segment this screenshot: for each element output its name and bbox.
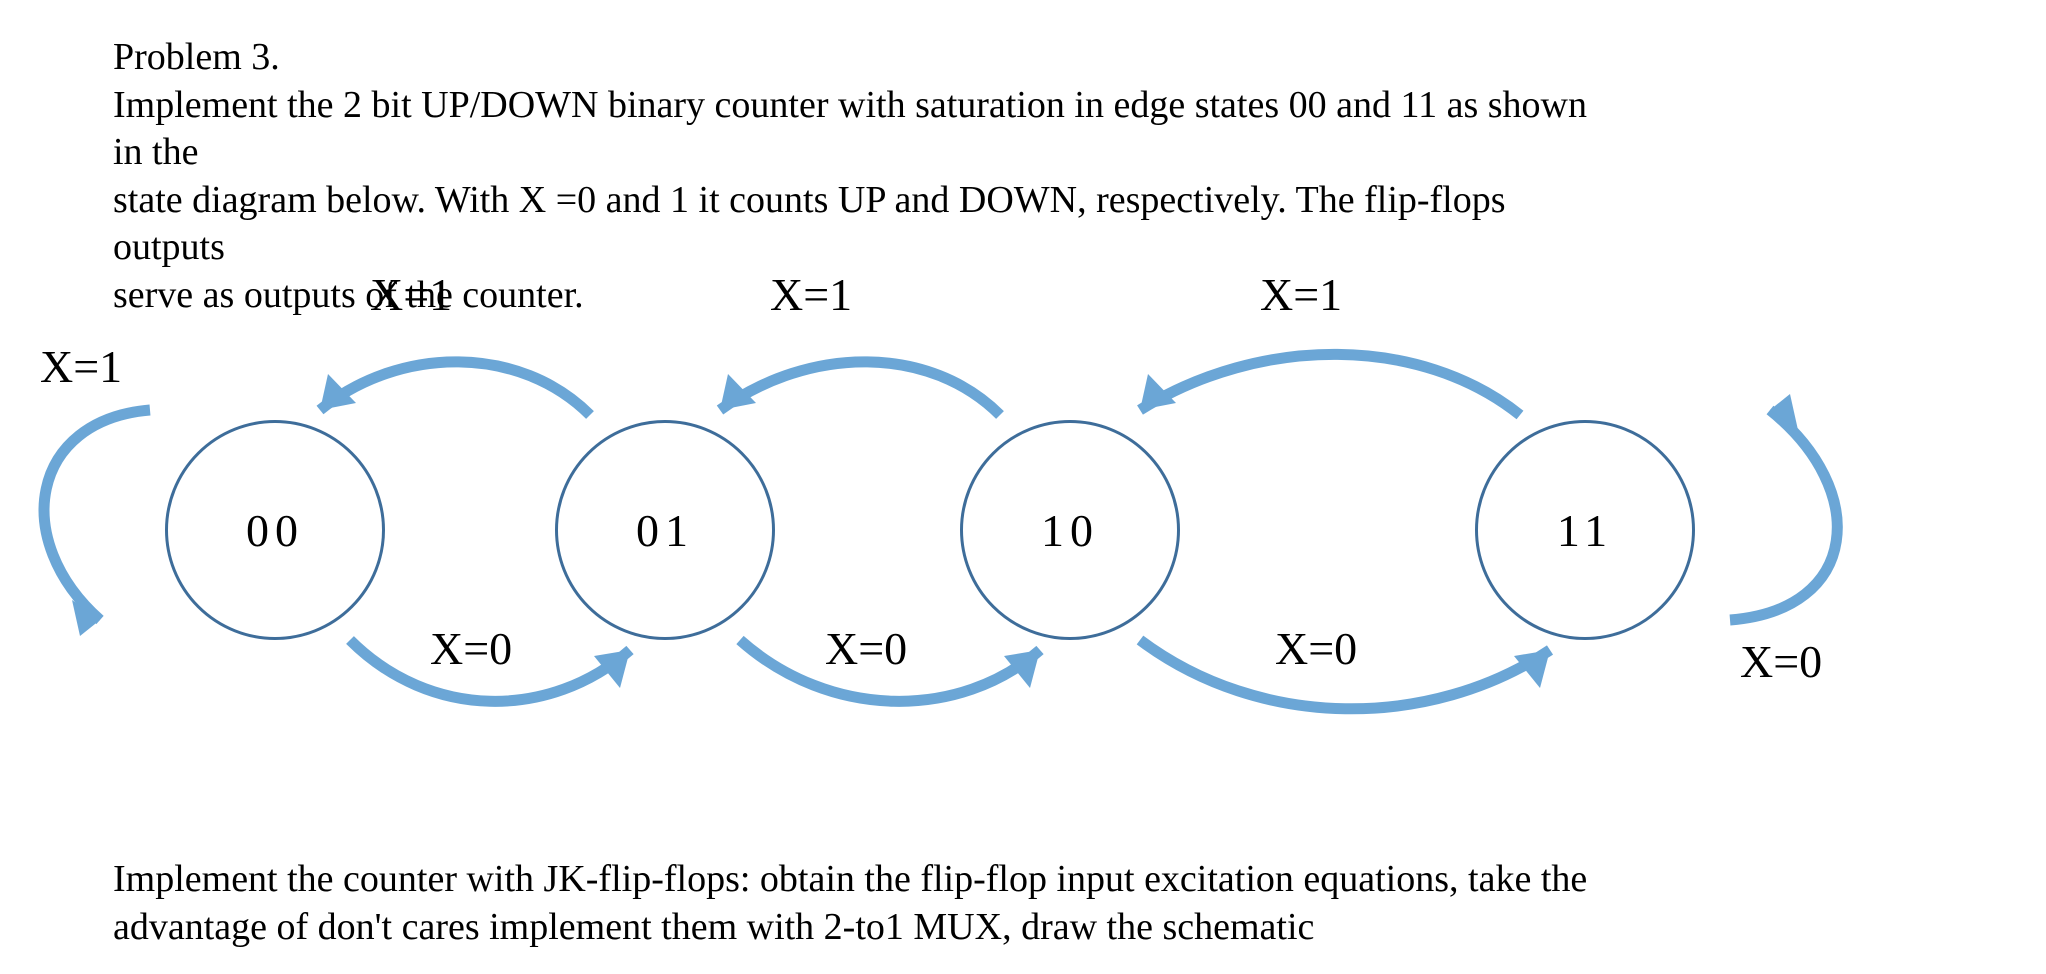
label-selfloop-11: X=0 xyxy=(1740,635,1822,688)
state-11-label: 11 xyxy=(1557,504,1613,557)
state-diagram: X=1 X=0 00 01 10 11 X=1 X=1 X=1 xyxy=(0,260,2046,820)
problem-instruction: Implement the counter with JK-flip-flops… xyxy=(113,856,1613,951)
label-11-to-10: X=1 xyxy=(1260,268,1342,321)
label-10-to-01: X=1 xyxy=(770,268,852,321)
arrow-10-to-01 xyxy=(680,345,1080,465)
label-01-to-10: X=0 xyxy=(825,622,907,675)
label-00-to-01: X=0 xyxy=(430,622,512,675)
state-01-label: 01 xyxy=(636,504,694,557)
arrow-01-to-00 xyxy=(280,345,660,465)
page: Problem 3. Implement the 2 bit UP/DOWN b… xyxy=(0,0,2046,974)
label-selfloop-00: X=1 xyxy=(40,340,122,393)
arrow-self-loop-11 xyxy=(1690,390,1890,650)
problem-line-2: state diagram below. With X =0 and 1 it … xyxy=(113,179,1506,269)
problem-line-1: Implement the 2 bit UP/DOWN binary count… xyxy=(113,84,1587,174)
arrow-10-to-11 xyxy=(1100,600,1620,730)
state-10-label: 10 xyxy=(1041,504,1099,557)
label-01-to-00: X=1 xyxy=(370,268,452,321)
label-10-to-11: X=0 xyxy=(1275,622,1357,675)
arrow-11-to-10 xyxy=(1100,345,1600,465)
bottom-line-1: Implement the counter with JK-flip-flops… xyxy=(113,858,1587,900)
state-00-label: 00 xyxy=(246,504,304,557)
bottom-line-2: advantage of don't cares implement them … xyxy=(113,906,1314,948)
problem-title: Problem 3. xyxy=(113,34,1613,82)
